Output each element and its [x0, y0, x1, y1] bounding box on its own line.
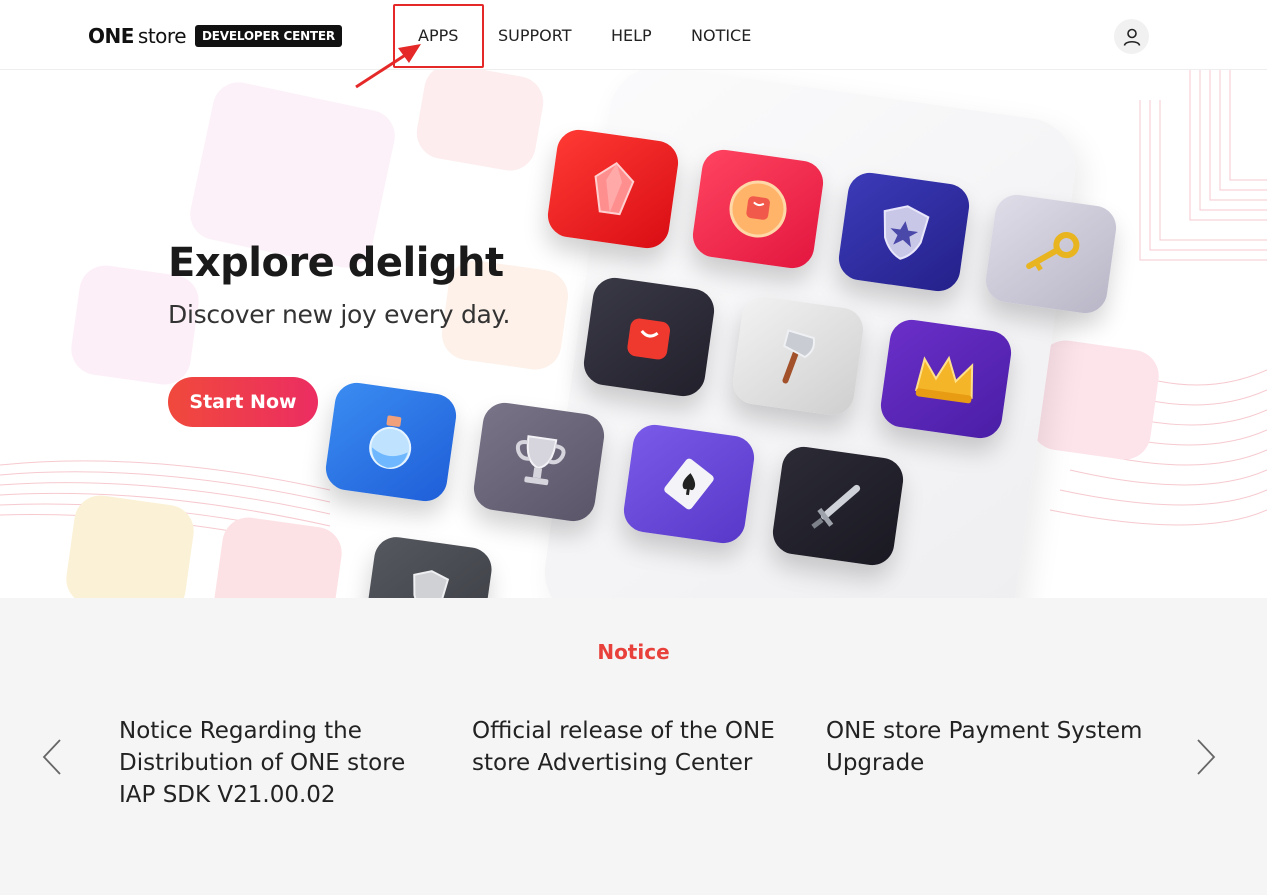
coin-icon: [729, 180, 787, 238]
start-now-button[interactable]: Start Now: [168, 377, 318, 427]
notice-section-title: Notice: [597, 640, 670, 664]
chevron-left-icon: [42, 739, 61, 775]
developer-center-badge: DEVELOPER CENTER: [195, 25, 342, 47]
key-tile: [983, 192, 1119, 316]
crown-icon: [914, 355, 974, 404]
potion-tile: [323, 380, 459, 504]
shield-star-tile: [836, 170, 972, 294]
gem-icon: [594, 161, 635, 216]
trophy-tile: [471, 400, 607, 524]
spade-card-icon: [664, 458, 714, 510]
card-tile: [621, 422, 757, 546]
sword-icon: [811, 484, 861, 529]
notice-item[interactable]: ONE store Payment System Upgrade: [826, 715, 1146, 779]
chevron-right-icon: [1197, 739, 1216, 775]
logo-store-text: store: [137, 24, 187, 48]
gem-tile: [545, 127, 681, 251]
shield-star-icon: [883, 205, 930, 260]
top-header: ONE store DEVELOPER CENTER APPS SUPPORT …: [0, 0, 1267, 70]
hero-subtitle: Discover new joy every day.: [168, 300, 511, 329]
key-icon: [1026, 232, 1080, 272]
bag-icon: [627, 318, 671, 360]
prev-notice-button[interactable]: [40, 738, 66, 780]
notice-item[interactable]: Official release of the ONE store Advert…: [472, 715, 792, 779]
hero-title: Explore delight: [168, 240, 504, 286]
notice-section: Notice Notice Regarding the Distribution…: [0, 598, 1267, 895]
axe-icon: [782, 329, 816, 384]
hero-banner: Explore delight Discover new joy every d…: [0, 70, 1267, 598]
nav-support[interactable]: SUPPORT: [498, 26, 571, 45]
axe-tile: [730, 294, 866, 418]
crown-tile: [878, 317, 1014, 441]
trophy-icon: [515, 435, 566, 486]
coin-tile: [690, 147, 826, 271]
notice-item[interactable]: Notice Regarding the Distribution of ONE…: [119, 715, 439, 811]
onestore-logo[interactable]: ONE store DEVELOPER CENTER: [88, 23, 342, 49]
shield-icon: [413, 570, 450, 598]
nav-notice[interactable]: NOTICE: [691, 26, 751, 45]
user-account-button[interactable]: [1114, 19, 1149, 54]
bag-tile: [581, 275, 717, 399]
potion-icon: [369, 415, 412, 469]
sword-tile: [770, 444, 906, 568]
user-icon: [1123, 28, 1140, 46]
red-arrow-annotation: [355, 44, 421, 89]
ghost-tile: [62, 492, 198, 598]
next-notice-button[interactable]: [1192, 738, 1218, 780]
logo-one-text: ONE: [88, 24, 134, 48]
nav-help[interactable]: HELP: [611, 26, 652, 45]
